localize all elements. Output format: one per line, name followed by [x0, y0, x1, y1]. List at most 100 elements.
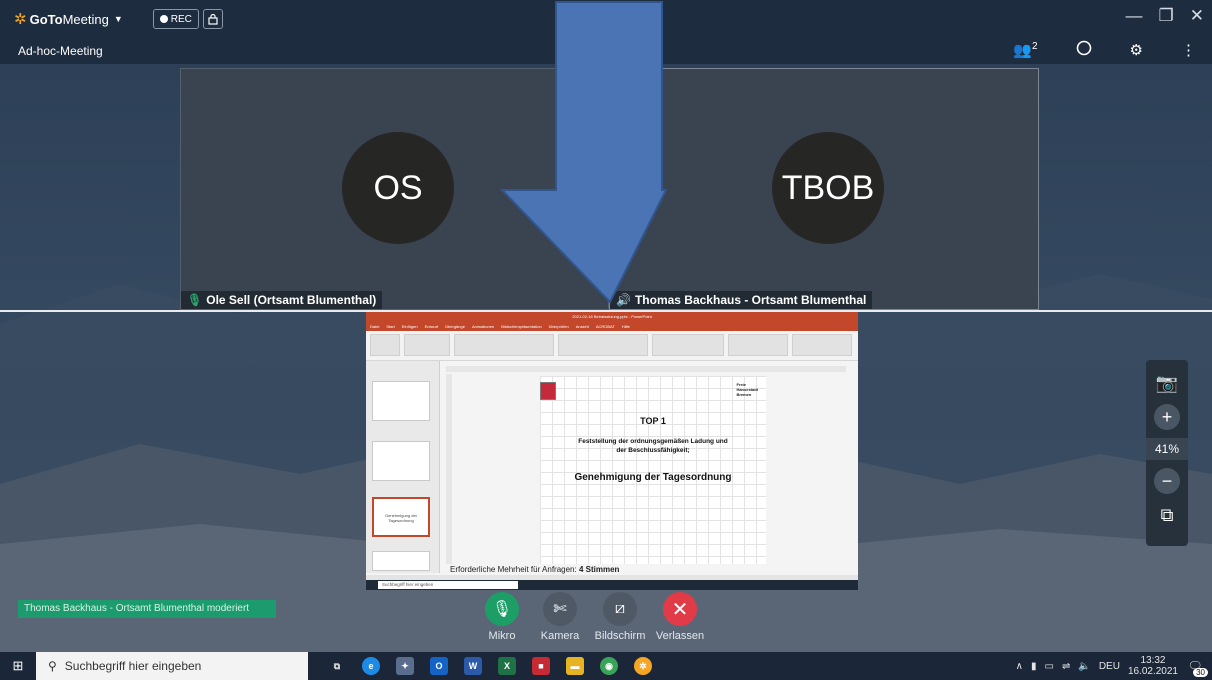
- taskbar-search-box[interactable]: ⚲ Suchbegriff hier eingeben: [36, 652, 308, 680]
- ppt-menu-item: Hilfe: [621, 324, 630, 329]
- ppt-menu-item: Übergänge: [445, 324, 465, 329]
- record-button[interactable]: REC: [152, 9, 199, 29]
- more-vertical-icon: ⋮: [1181, 42, 1196, 59]
- meeting-bar: Ad-hoc-Meeting 👥2 ⚙ ⋮: [0, 38, 1212, 64]
- record-dot-icon: [159, 15, 168, 23]
- ppt-menu-item: Überprüfen: [548, 324, 569, 329]
- lock-meeting-button[interactable]: [202, 9, 223, 29]
- slide-thumbnail: [372, 551, 430, 571]
- notes-text: Erforderliche Mehrheit für Anfragen:: [450, 565, 579, 574]
- clock-date: 16.02.2021: [1127, 666, 1178, 677]
- screen-share-button[interactable]: ⧄ Bildschirm: [590, 592, 650, 642]
- app-icon[interactable]: ✦: [396, 657, 414, 675]
- brand-name-light: Meeting: [62, 11, 109, 27]
- taskbar-clock[interactable]: 13:32 16.02.2021: [1128, 655, 1178, 677]
- gear-icon: ⚙: [1129, 42, 1143, 59]
- chat-button[interactable]: [1076, 40, 1092, 60]
- slide-thumbnails: Genehmigung der Tagesordnung: [366, 361, 440, 573]
- slide-thumbnail: [372, 441, 430, 481]
- microphone-icon: 🎙: [485, 592, 519, 626]
- powerpoint-menu: Datei Start Einfügen Entwurf Übergänge A…: [366, 322, 858, 331]
- ppt-menu-item: Start: [386, 324, 395, 329]
- camera-off-icon: ✄: [543, 592, 577, 626]
- camera-button[interactable]: ✄ Kamera: [530, 592, 590, 642]
- outlook-icon[interactable]: O: [430, 657, 448, 675]
- close-icon[interactable]: ✕: [1190, 6, 1204, 26]
- zoom-controls: 📷 + 41% − ⧉: [1146, 360, 1188, 546]
- battery-icon[interactable]: ▭: [1045, 661, 1054, 672]
- zoom-level: 41%: [1146, 438, 1188, 460]
- notification-center-button[interactable]: 🗨 30: [1186, 657, 1208, 677]
- lock-icon: [208, 13, 218, 25]
- ppt-menu-item: Animationen: [471, 324, 495, 329]
- app-titlebar: ✲ GoTo Meeting ▼ REC — ❐ ✕: [0, 0, 1212, 38]
- tray-app-icon[interactable]: ▮: [1031, 661, 1037, 672]
- gotomeeting-taskbar-icon[interactable]: ✲: [634, 657, 652, 675]
- bremen-crest-icon: [540, 382, 556, 400]
- participant-name-label: 🎙 Ole Sell (Ortsamt Blumenthal): [181, 291, 383, 309]
- video-tile-thomas-backhaus[interactable]: TBOB 🔊 Thomas Backhaus - Ortsamt Blument…: [609, 68, 1039, 310]
- mic-button[interactable]: 🎙 Mikro: [472, 592, 532, 642]
- system-tray: ∧ ▮ ▭ ⇌ 🔈 DEU 13:32 16.02.2021 🗨 30: [1016, 652, 1208, 680]
- windows-start-button[interactable]: ⊞: [0, 658, 36, 674]
- people-icon: 👥: [1013, 42, 1032, 59]
- more-options-button[interactable]: ⋮: [1181, 41, 1196, 59]
- pop-out-button[interactable]: ⧉: [1154, 502, 1180, 528]
- powerpoint-ribbon: [366, 331, 858, 361]
- thumbnail-label: Genehmigung der Tagesordnung: [384, 513, 418, 523]
- ppt-menu-item: Einfügen: [401, 324, 418, 329]
- moderator-banner: Thomas Backhaus - Ortsamt Blumenthal mod…: [18, 600, 276, 618]
- windows-taskbar: ⊞ ⚲ Suchbegriff hier eingeben ⧉ e ✦ O W …: [0, 652, 1212, 680]
- avatar-os: OS: [342, 132, 454, 244]
- restore-icon[interactable]: ❐: [1159, 6, 1174, 26]
- search-icon: ⚲: [48, 659, 57, 673]
- tray-chevron-up-icon[interactable]: ∧: [1016, 661, 1023, 672]
- slide-org-line: Bremen: [736, 392, 752, 397]
- word-icon[interactable]: W: [464, 657, 482, 675]
- notes-bold-text: 4 Stimmen: [578, 565, 620, 574]
- file-explorer-icon[interactable]: ▬: [566, 657, 584, 675]
- settings-button[interactable]: ⚙: [1130, 41, 1143, 59]
- minimize-icon[interactable]: —: [1126, 6, 1143, 26]
- leave-button[interactable]: ✕ Verlassen: [650, 592, 710, 642]
- video-tile-ole-sell[interactable]: OS 🎙 Ole Sell (Ortsamt Blumenthal): [180, 68, 609, 310]
- task-view-icon[interactable]: ⧉: [328, 657, 346, 675]
- ppt-menu-item: Ansicht: [575, 324, 589, 329]
- powerpoint-titlebar: 2021-02-16 Beiratssitzung.pptx - PowerPo…: [366, 312, 858, 322]
- zoom-in-button[interactable]: +: [1154, 404, 1180, 430]
- horizontal-ruler: [446, 366, 846, 372]
- attendees-button[interactable]: 👥2: [1013, 41, 1037, 59]
- app-red-icon[interactable]: ■: [532, 657, 550, 675]
- app-menu-button[interactable]: ✲ GoTo Meeting ▼: [0, 10, 123, 28]
- x-icon: ✕: [663, 592, 697, 626]
- minus-icon: −: [1161, 470, 1173, 491]
- ppt-menu-item: ACROBAT: [595, 324, 615, 329]
- gotomeeting-logo-icon: ✲: [14, 11, 27, 28]
- network-icon[interactable]: ⇌: [1062, 661, 1070, 672]
- shared-taskbar: Suchbegriff hier eingeben: [366, 580, 858, 590]
- notification-count: 30: [1193, 668, 1208, 677]
- meeting-stage: OS 🎙 Ole Sell (Ortsamt Blumenthal) TBOB …: [0, 64, 1212, 652]
- snapshot-button[interactable]: 📷: [1154, 370, 1180, 396]
- speaker-active-icon: 🔊: [616, 293, 631, 307]
- screen-share-icon: ⧄: [603, 592, 637, 626]
- pop-out-icon: ⧉: [1160, 504, 1174, 525]
- chrome-icon[interactable]: ◉: [600, 657, 618, 675]
- zoom-out-button[interactable]: −: [1154, 468, 1180, 494]
- participant-name-label: 🔊 Thomas Backhaus - Ortsamt Blumenthal: [610, 291, 873, 309]
- excel-icon[interactable]: X: [498, 657, 516, 675]
- shared-screen: 2021-02-16 Beiratssitzung.pptx - PowerPo…: [366, 312, 858, 590]
- slide-subtitle-2: der Beschlussfähigkeit;: [616, 447, 690, 454]
- ppt-menu-item: Entwurf: [424, 324, 439, 329]
- clock-time: 13:32: [1140, 655, 1166, 666]
- language-indicator[interactable]: DEU: [1099, 661, 1120, 672]
- leave-label: Verlassen: [655, 630, 705, 642]
- slide-canvas: Freie Hansestadt Bremen TOP 1 Feststellu…: [540, 376, 766, 564]
- volume-icon[interactable]: 🔈: [1078, 661, 1090, 672]
- brand-name-bold: GoTo: [29, 11, 63, 27]
- edge-icon[interactable]: e: [362, 657, 380, 675]
- shared-search-box: Suchbegriff hier eingeben: [378, 581, 518, 589]
- participant-name: Thomas Backhaus - Ortsamt Blumenthal: [634, 293, 867, 307]
- slide-top-heading: TOP 1: [640, 416, 666, 426]
- caret-down-icon: ▼: [113, 14, 123, 24]
